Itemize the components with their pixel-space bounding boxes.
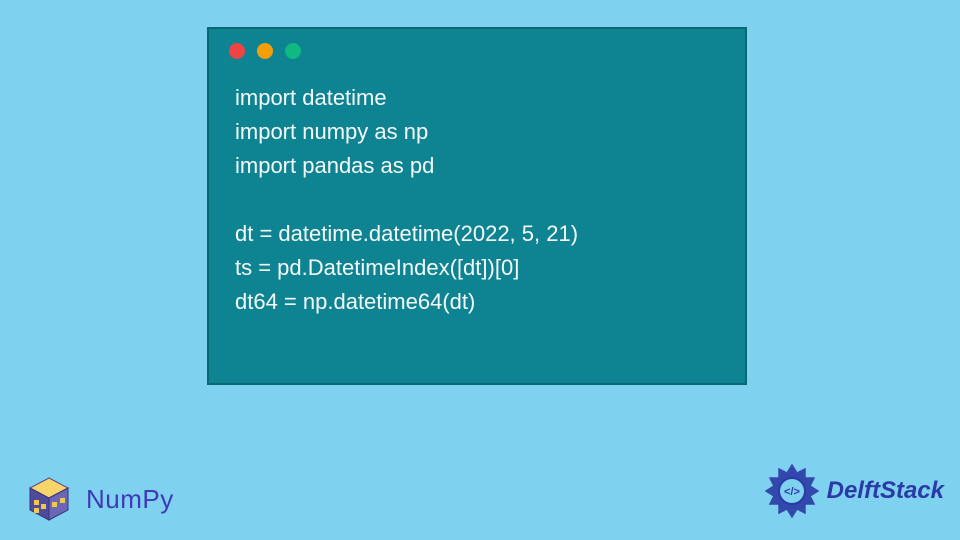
code-line: import datetime (235, 81, 719, 115)
code-blank (235, 183, 719, 217)
maximize-icon (285, 43, 301, 59)
numpy-cube-icon (20, 470, 78, 528)
close-icon (229, 43, 245, 59)
numpy-logo: NumPy (20, 470, 174, 528)
svg-text:</>: </> (784, 486, 800, 498)
code-content: import datetime import numpy as np impor… (209, 67, 745, 334)
traffic-lights (209, 29, 745, 67)
delftstack-mandala-icon: </> (761, 460, 823, 522)
numpy-label: NumPy (86, 484, 174, 515)
delftstack-logo: </> DelftStack (761, 460, 944, 522)
code-line: dt = datetime.datetime(2022, 5, 21) (235, 217, 719, 251)
code-line: ts = pd.DatetimeIndex([dt])[0] (235, 251, 719, 285)
code-line: import pandas as pd (235, 149, 719, 183)
minimize-icon (257, 43, 273, 59)
code-line: dt64 = np.datetime64(dt) (235, 285, 719, 319)
delftstack-label: DelftStack (827, 477, 944, 505)
code-window: import datetime import numpy as np impor… (207, 27, 747, 385)
code-line: import numpy as np (235, 115, 719, 149)
